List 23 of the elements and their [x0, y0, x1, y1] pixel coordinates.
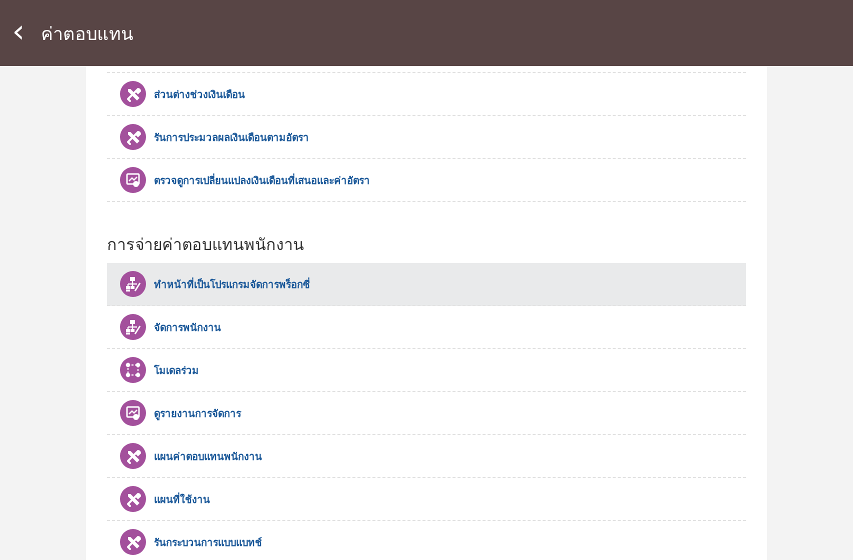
- menu-item[interactable]: รันการประมวลผลเงินเดือนตามอัตรา: [107, 116, 746, 159]
- tools-icon: [120, 81, 146, 107]
- org-chart-icon: [120, 314, 146, 340]
- tools-icon: [120, 124, 146, 150]
- menu-item[interactable]: โมเดลร่วม: [107, 349, 746, 392]
- back-button[interactable]: ‹: [6, 15, 31, 51]
- org-chart-icon: [120, 271, 146, 297]
- tools-icon: [120, 443, 146, 469]
- menu-item[interactable]: จัดการพนักงาน: [107, 306, 746, 349]
- menu-item[interactable]: ดูรายงานการจัดการ: [107, 392, 746, 435]
- tools-icon: [120, 486, 146, 512]
- menu-item[interactable]: แผนที่ใช้งาน: [107, 478, 746, 521]
- report-icon: [120, 167, 146, 193]
- menu-item[interactable]: รันกระบวนการแบบแบทช์: [107, 521, 746, 560]
- model-icon: [120, 357, 146, 383]
- menu-item[interactable]: แผนค่าตอบแทนพนักงาน: [107, 435, 746, 478]
- report-icon: [120, 400, 146, 426]
- section-heading: การจ่ายค่าตอบแทนพนักงาน: [107, 234, 305, 256]
- menu-item[interactable]: ทำหน้าที่เป็นโปรแกรมจัดการพร็อกซี่: [107, 263, 746, 306]
- menu-item[interactable]: ตรวจดูการเปลี่ยนแปลงเงินเดือนที่เสนอและค่าอัตรา: [107, 159, 746, 202]
- page-title: ค่าตอบแทน: [40, 22, 133, 46]
- tools-icon: [120, 529, 146, 555]
- menu-item[interactable]: ส่วนต่างช่วงเงินเดือน: [107, 73, 746, 116]
